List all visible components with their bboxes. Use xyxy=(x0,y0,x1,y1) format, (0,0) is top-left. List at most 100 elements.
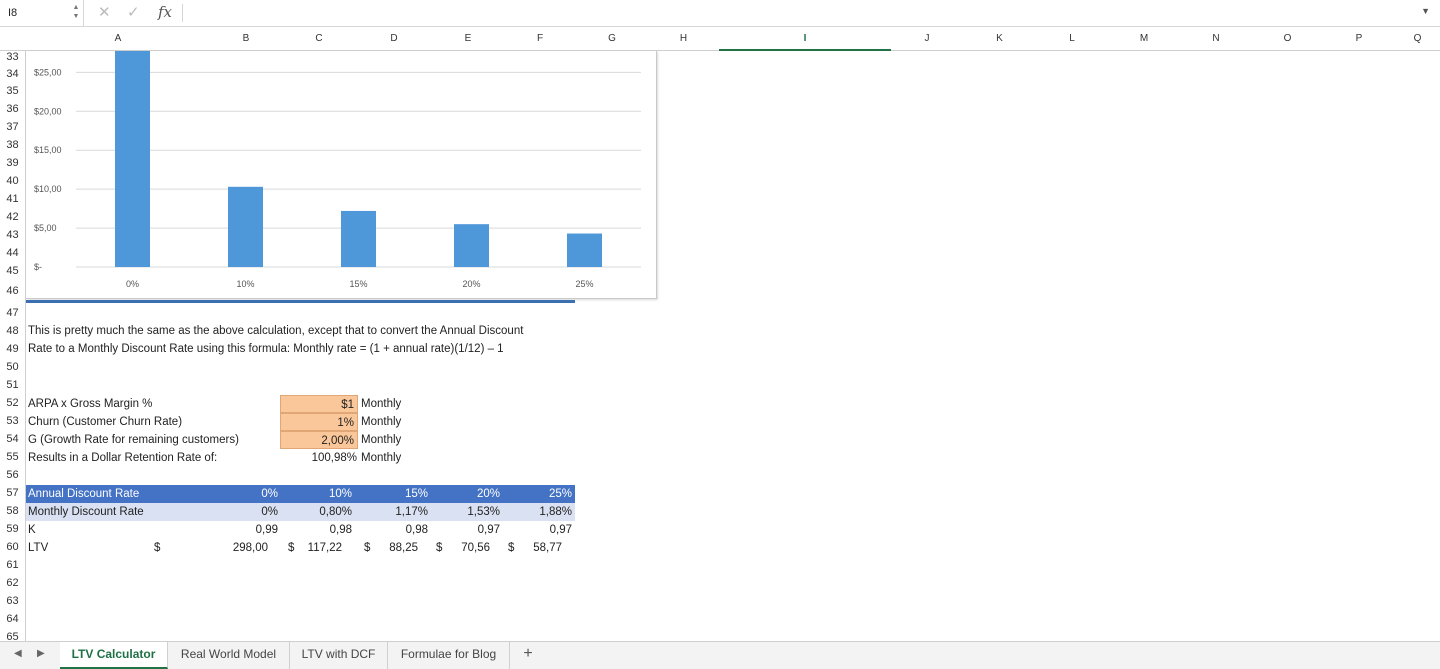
formula-expand-icon[interactable]: ▼ xyxy=(1421,6,1430,16)
sheet-tab[interactable]: LTV with DCF xyxy=(290,642,388,669)
column-header-e[interactable]: E xyxy=(432,27,504,51)
row-header-54[interactable]: 54 xyxy=(0,433,25,445)
column-header-m[interactable]: M xyxy=(1108,27,1180,51)
input-unit[interactable]: Monthly xyxy=(361,413,421,431)
currency-symbol[interactable]: $ xyxy=(154,539,166,557)
row-header-63[interactable]: 63 xyxy=(0,595,25,607)
chart-bar-25%[interactable] xyxy=(567,233,602,267)
result-value[interactable]: 100,98% xyxy=(280,449,358,467)
column-header-k[interactable]: K xyxy=(963,27,1036,51)
row-header-55[interactable]: 55 xyxy=(0,451,25,463)
row-header-52[interactable]: 52 xyxy=(0,397,25,409)
next-sheet-icon[interactable]: ▶ xyxy=(37,648,45,659)
row-header-60[interactable]: 60 xyxy=(0,541,25,553)
row-header-61[interactable]: 61 xyxy=(0,559,25,571)
input-unit[interactable]: Monthly xyxy=(361,431,421,449)
monthly-rate-cell[interactable]: 1,88% xyxy=(506,503,576,521)
column-header-h[interactable]: H xyxy=(648,27,719,51)
monthly-rate-cell[interactable]: 1,53% xyxy=(434,503,504,521)
row-header-59[interactable]: 59 xyxy=(0,523,25,535)
row-header-56[interactable]: 56 xyxy=(0,469,25,481)
input-value-cell[interactable]: $1 xyxy=(280,395,358,413)
row-header-53[interactable]: 53 xyxy=(0,415,25,427)
row-header-42[interactable]: 42 xyxy=(0,211,25,223)
sheet-tab[interactable]: LTV Calculator xyxy=(60,642,168,669)
row-header-35[interactable]: 35 xyxy=(0,85,25,97)
ltv-cell[interactable]: 298,00 xyxy=(212,539,272,557)
annual-rate-cell[interactable]: 10% xyxy=(286,485,356,503)
input-value-cell[interactable]: 2,00% xyxy=(280,431,358,449)
column-header-b[interactable]: B xyxy=(210,27,282,51)
add-sheet-button[interactable]: + xyxy=(513,645,543,663)
row-header-41[interactable]: 41 xyxy=(0,193,25,205)
row-header-33[interactable]: 33 xyxy=(0,51,25,63)
input-label[interactable]: Churn (Customer Churn Rate) xyxy=(28,413,268,431)
annual-rate-cell[interactable]: 0% xyxy=(212,485,282,503)
input-label[interactable]: ARPA x Gross Margin % xyxy=(28,395,268,413)
row-header-49[interactable]: 49 xyxy=(0,343,25,355)
sheet-tab[interactable]: Formulae for Blog xyxy=(388,642,510,669)
row-header-48[interactable]: 48 xyxy=(0,325,25,337)
column-header-l[interactable]: L xyxy=(1036,27,1108,51)
prev-sheet-icon[interactable]: ◀ xyxy=(14,648,22,659)
k-cell[interactable]: 0,98 xyxy=(286,521,356,539)
k-label[interactable]: K xyxy=(28,521,208,539)
chart-bar-10%[interactable] xyxy=(228,186,263,267)
name-box-stepper-icon[interactable]: ▲ ▼ xyxy=(72,3,80,23)
k-cell[interactable]: 0,98 xyxy=(362,521,432,539)
monthly-rate-label[interactable]: Monthly Discount Rate xyxy=(28,503,208,521)
column-header-p[interactable]: P xyxy=(1323,27,1395,51)
annual-rate-cell[interactable]: 15% xyxy=(362,485,432,503)
column-header-a[interactable]: A xyxy=(26,27,210,51)
column-header-j[interactable]: J xyxy=(891,27,963,51)
annual-rate-label[interactable]: Annual Discount Rate xyxy=(28,485,208,503)
chart-bar-0%[interactable] xyxy=(115,51,150,267)
column-header-i[interactable]: I xyxy=(719,27,891,51)
currency-symbol[interactable]: $ xyxy=(364,539,376,557)
column-header-g[interactable]: G xyxy=(576,27,648,51)
row-header-44[interactable]: 44 xyxy=(0,247,25,259)
row-header-58[interactable]: 58 xyxy=(0,505,25,517)
row-header-46[interactable]: 46 xyxy=(0,285,25,297)
column-header-d[interactable]: D xyxy=(356,27,432,51)
row-header-34[interactable]: 34 xyxy=(0,68,25,80)
row-header-39[interactable]: 39 xyxy=(0,157,25,169)
row-header-62[interactable]: 62 xyxy=(0,577,25,589)
currency-symbol[interactable]: $ xyxy=(436,539,448,557)
input-value-cell[interactable]: 1% xyxy=(280,413,358,431)
input-label[interactable]: G (Growth Rate for remaining customers) xyxy=(28,431,268,449)
column-header-q[interactable]: Q xyxy=(1395,27,1440,51)
column-header-f[interactable]: F xyxy=(504,27,576,51)
row-header-51[interactable]: 51 xyxy=(0,379,25,391)
currency-symbol[interactable]: $ xyxy=(288,539,300,557)
column-header-c[interactable]: C xyxy=(282,27,356,51)
input-unit[interactable]: Monthly xyxy=(361,395,421,413)
row-header-38[interactable]: 38 xyxy=(0,139,25,151)
result-unit[interactable]: Monthly xyxy=(361,449,421,467)
row-header-65[interactable]: 65 xyxy=(0,631,25,641)
row-header-43[interactable]: 43 xyxy=(0,229,25,241)
monthly-rate-cell[interactable]: 0% xyxy=(212,503,282,521)
row-header-64[interactable]: 64 xyxy=(0,613,25,625)
column-header-n[interactable]: N xyxy=(1180,27,1252,51)
row-header-50[interactable]: 50 xyxy=(0,361,25,373)
row-header-57[interactable]: 57 xyxy=(0,487,25,499)
function-icon[interactable]: fx xyxy=(158,3,172,21)
annual-rate-cell[interactable]: 25% xyxy=(506,485,576,503)
column-header-o[interactable]: O xyxy=(1252,27,1323,51)
row-header-47[interactable]: 47 xyxy=(0,307,25,319)
k-cell[interactable]: 0,97 xyxy=(506,521,576,539)
k-cell[interactable]: 0,97 xyxy=(434,521,504,539)
monthly-rate-cell[interactable]: 0,80% xyxy=(286,503,356,521)
formula-input[interactable] xyxy=(190,0,1410,26)
row-header-37[interactable]: 37 xyxy=(0,121,25,133)
monthly-rate-cell[interactable]: 1,17% xyxy=(362,503,432,521)
chart-bar-15%[interactable] xyxy=(341,210,376,267)
cancel-icon[interactable]: ✕ xyxy=(98,3,111,21)
row-header-36[interactable]: 36 xyxy=(0,103,25,115)
result-label[interactable]: Results in a Dollar Retention Rate of: xyxy=(28,449,268,467)
annual-rate-cell[interactable]: 20% xyxy=(434,485,504,503)
ltv-bar-chart[interactable]: $25,00 $20,00 $15,00 $10,00 $5,00 $- 0% 10% 15% 2… xyxy=(26,51,657,299)
row-header-45[interactable]: 45 xyxy=(0,265,25,277)
currency-symbol[interactable]: $ xyxy=(508,539,520,557)
